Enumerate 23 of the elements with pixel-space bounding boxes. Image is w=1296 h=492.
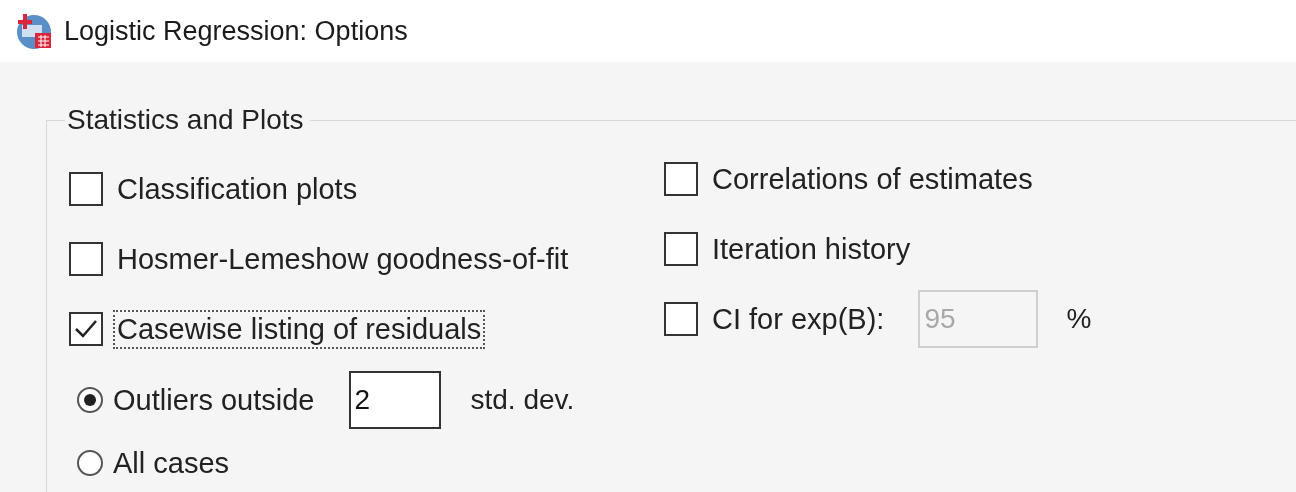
- checkbox[interactable]: [69, 172, 103, 206]
- unit-label: std. dev.: [470, 384, 575, 416]
- checkbox[interactable]: [69, 242, 103, 276]
- radio-label[interactable]: Outliers outside: [109, 380, 319, 420]
- window-title: Logistic Regression: Options: [64, 15, 408, 47]
- check-icon: [74, 319, 98, 339]
- radio-button[interactable]: [77, 387, 103, 413]
- radio-button[interactable]: [77, 450, 103, 476]
- checkbox[interactable]: [664, 232, 698, 266]
- radio-label[interactable]: All cases: [109, 443, 234, 483]
- group-title: Statistics and Plots: [66, 104, 305, 136]
- checkbox-label[interactable]: CI for exp(B):: [708, 299, 889, 339]
- unit-label: %: [1066, 303, 1092, 335]
- checkbox[interactable]: [664, 302, 698, 336]
- checkbox-label[interactable]: Correlations of estimates: [708, 159, 1037, 199]
- checkbox-label[interactable]: Iteration history: [708, 229, 915, 269]
- checkbox-label[interactable]: Classification plots: [113, 169, 362, 209]
- app-icon: [14, 11, 54, 51]
- input-field[interactable]: 2: [348, 371, 441, 429]
- checkbox[interactable]: [664, 162, 698, 196]
- checkbox-label[interactable]: Hosmer-Lemeshow goodness-of-fit: [113, 239, 573, 279]
- checkbox-label[interactable]: Casewise listing of residuals: [113, 309, 486, 349]
- checkbox[interactable]: [69, 312, 103, 346]
